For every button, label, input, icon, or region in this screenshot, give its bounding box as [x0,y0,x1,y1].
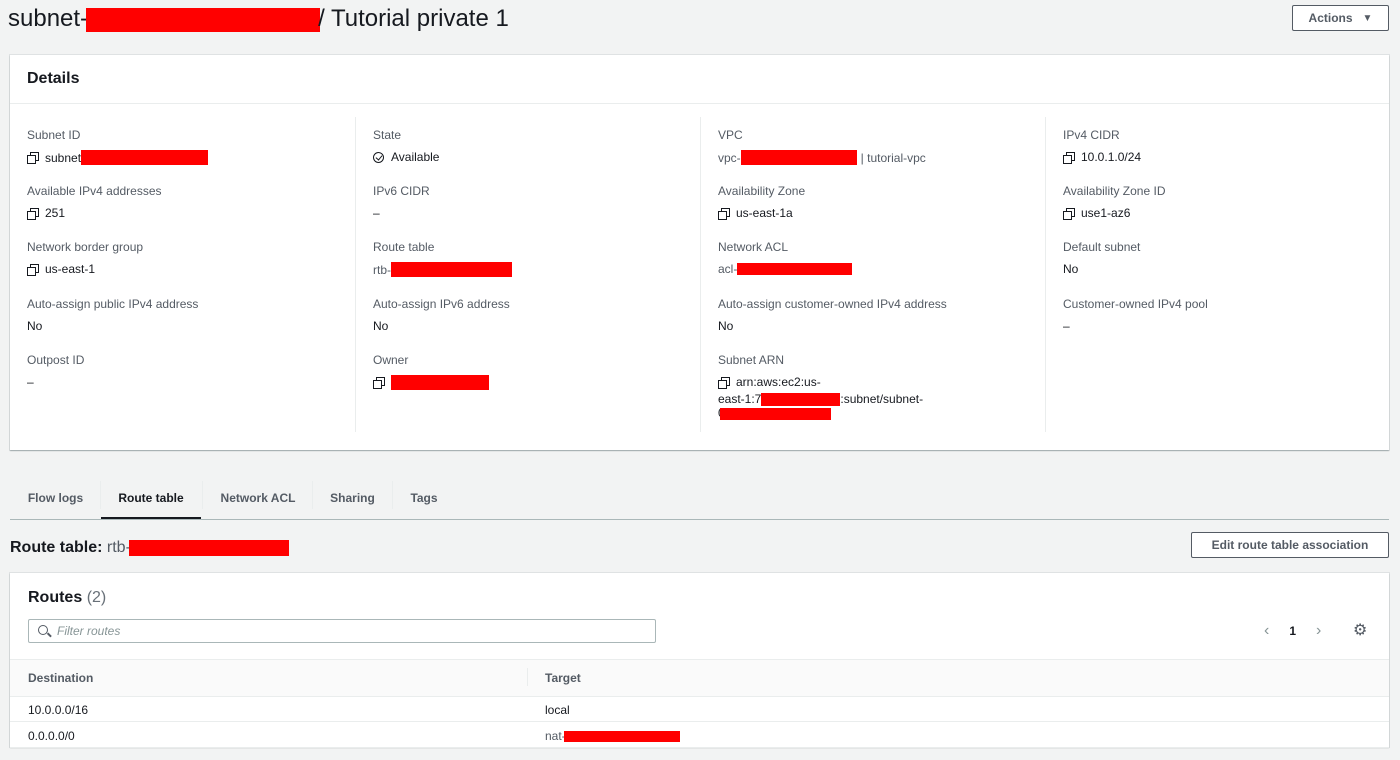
copy-icon[interactable] [1063,207,1075,220]
column-header-target[interactable]: Target [545,671,581,685]
redaction [740,150,857,165]
nat-gateway-link[interactable]: nat- [545,729,680,743]
availability-zone-id-field: Availability Zone ID use1-az6 [1063,184,1166,220]
network-border-group-field: Network border group us-east-1 [27,240,144,276]
copy-icon[interactable] [718,376,730,389]
redaction [719,408,831,421]
redaction [86,7,321,32]
details-heading: Details [27,70,80,87]
page-title: subnet- / Tutorial private 1 [8,5,509,32]
copy-icon[interactable] [1063,151,1075,164]
column-divider [527,668,528,686]
filter-routes-field[interactable] [28,619,656,643]
tab-divider [202,481,203,509]
auto-assign-customer-owned-field: Auto-assign customer-owned IPv4 address … [718,297,947,333]
check-circle-icon [373,151,384,163]
route-table-link[interactable]: rtb- [373,263,391,277]
state-field: State Available [373,128,440,164]
vpc-link[interactable]: vpc- [718,151,741,165]
routes-heading: Routes (2) [28,589,107,606]
route-table-title: Route table: rtb- [10,539,289,557]
routes-panel: Routes (2) ‹ 1 › ⚙ Destination Target 10… [10,573,1389,748]
redaction [128,539,289,556]
tab-flow-logs[interactable]: Flow logs [18,479,93,517]
redaction [563,731,680,743]
table-row: 10.0.0.0/16 local [10,696,1389,722]
column-divider [355,117,356,432]
column-divider [1045,117,1046,432]
filter-routes-input[interactable] [55,623,639,639]
subnet-id-field: Subnet ID subnet [27,128,209,165]
copy-icon[interactable] [27,207,39,220]
tab-route-table[interactable]: Route table [101,479,201,519]
outpost-id-field: Outpost ID – [27,353,85,389]
redaction [761,393,841,407]
tab-divider [392,481,393,509]
copy-icon[interactable] [373,377,385,389]
table-row: 0.0.0.0/0 nat- [10,722,1389,748]
available-ipv4-field: Available IPv4 addresses 251 [27,184,162,220]
caret-down-icon: ▼ [1362,12,1373,24]
network-acl-field: Network ACL acl- [718,240,853,276]
redaction [81,150,209,165]
default-subnet-field: Default subnet No [1063,240,1141,276]
customer-owned-pool-field: Customer-owned IPv4 pool – [1063,297,1208,333]
redaction [391,262,512,277]
auto-assign-public-ipv4-field: Auto-assign public IPv4 address No [27,297,199,333]
vpc-field: VPC vpc- | tutorial-vpc [718,128,926,165]
tab-sharing[interactable]: Sharing [320,479,385,517]
chevron-right-icon[interactable]: › [1316,623,1321,639]
tab-divider [312,481,313,509]
tab-bar: Flow logs Route table Network ACL Sharin… [10,479,1389,520]
copy-icon[interactable] [718,207,730,220]
redaction [737,263,853,275]
auto-assign-ipv6-field: Auto-assign IPv6 address No [373,297,510,333]
ipv4-cidr-field: IPv4 CIDR 10.0.1.0/24 [1063,128,1142,164]
tab-tags[interactable]: Tags [402,479,446,517]
pagination: ‹ 1 › [1264,623,1321,639]
copy-icon[interactable] [27,152,39,164]
availability-zone-field: Availability Zone us-east-1a [718,184,806,220]
gear-icon[interactable]: ⚙ [1353,623,1367,639]
column-divider [700,117,701,432]
copy-icon[interactable] [27,263,39,276]
table-header: Destination Target [10,659,1389,697]
search-icon [35,621,55,641]
divider [10,103,1389,104]
owner-field: Owner [373,353,489,390]
chevron-left-icon[interactable]: ‹ [1264,623,1269,639]
actions-button[interactable]: Actions ▼ [1292,5,1389,31]
tab-network-acl[interactable]: Network ACL [210,479,306,517]
details-panel: Details Subnet ID subnet Available IPv4 … [10,55,1389,450]
subnet-arn-field: Subnet ARN arn:aws:ec2:us- east-1:7:subn… [718,353,923,420]
network-acl-link[interactable]: acl- [718,262,737,276]
redaction [391,375,489,390]
ipv6-cidr-field: IPv6 CIDR – [373,184,430,220]
column-header-destination[interactable]: Destination [28,671,93,685]
edit-route-table-association-button[interactable]: Edit route table association [1191,532,1389,558]
route-table-field: Route table rtb- [373,240,512,277]
page-number[interactable]: 1 [1289,624,1296,638]
